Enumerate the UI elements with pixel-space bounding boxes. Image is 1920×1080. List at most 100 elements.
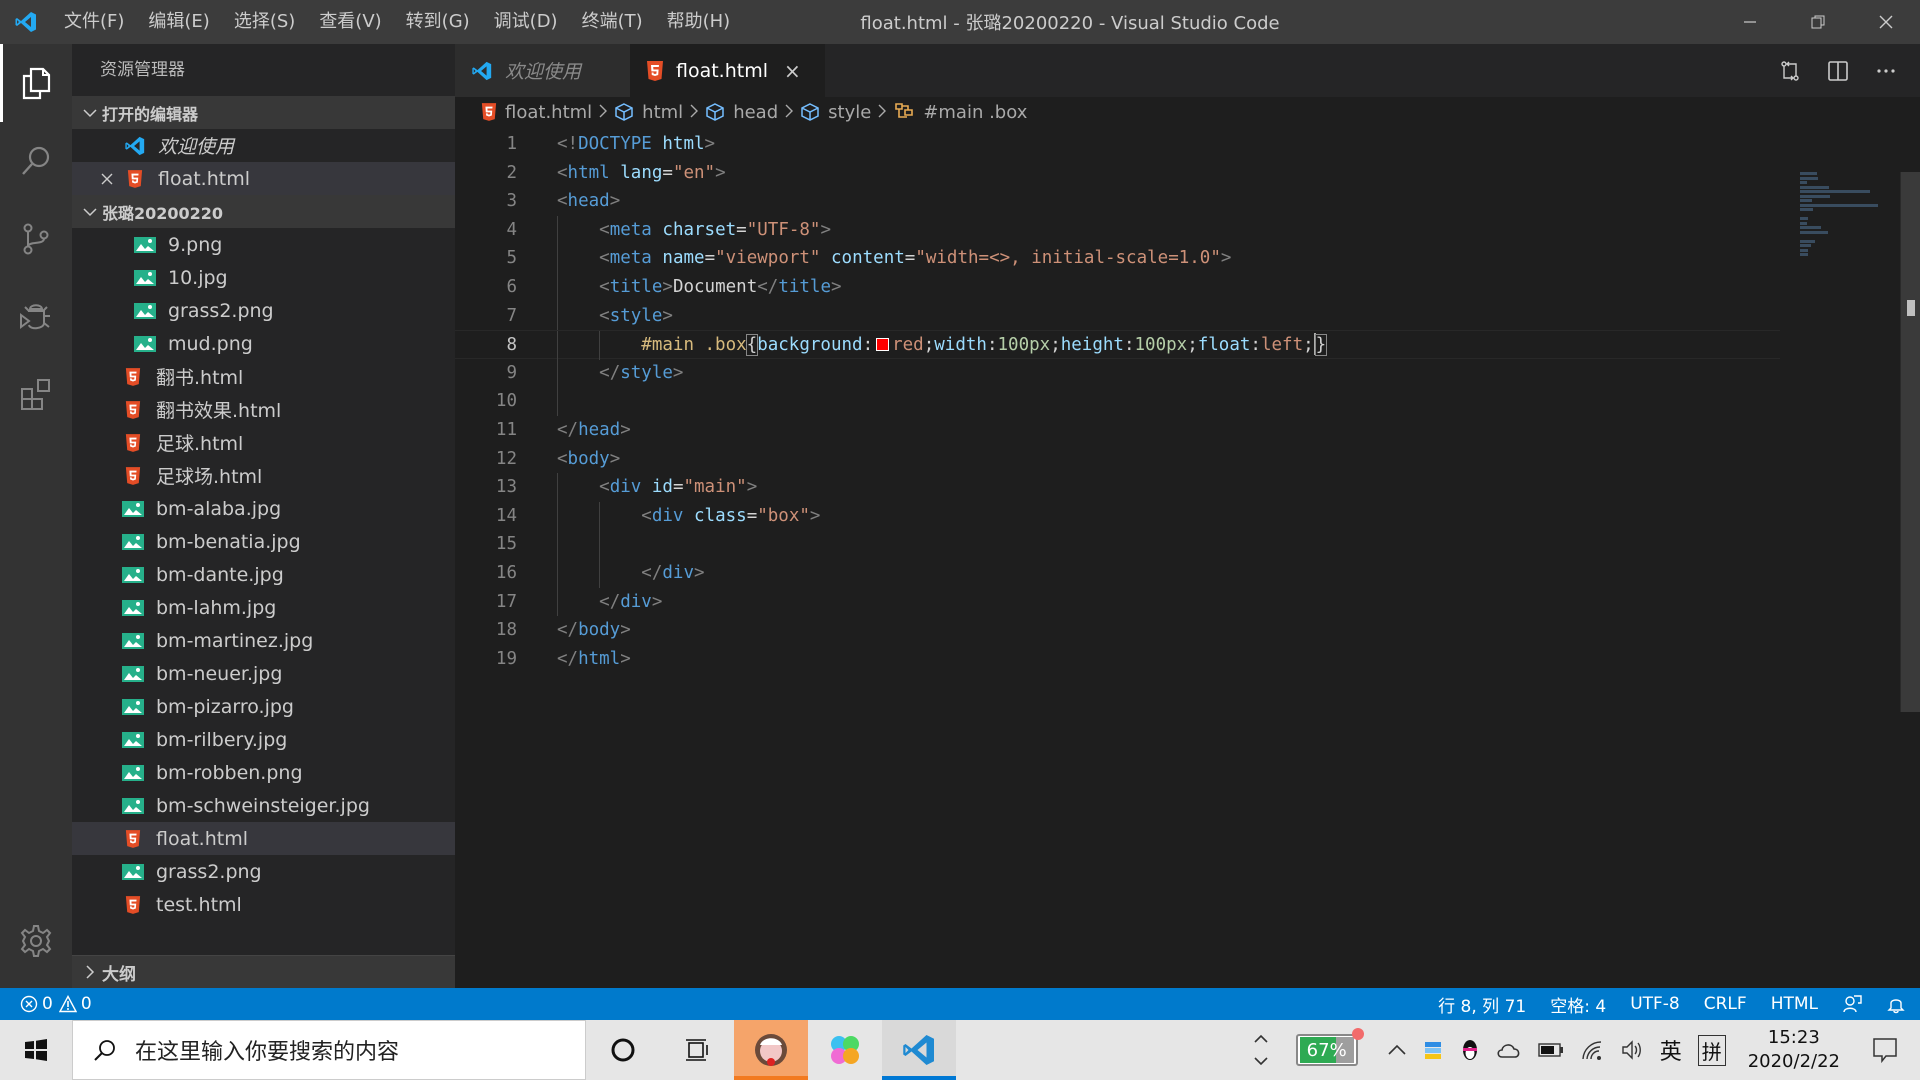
menu-item[interactable]: 查看(V) (307, 0, 393, 44)
more-actions-icon[interactable] (1862, 60, 1910, 82)
code-line[interactable]: 17 </div> (455, 587, 1780, 617)
file-tree-item[interactable]: grass2.png (72, 294, 455, 327)
clock[interactable]: 15:23 2020/2/22 (1748, 1026, 1840, 1074)
file-tree-item[interactable]: float.html (72, 822, 455, 855)
errors-indicator[interactable]: 0 0 (20, 994, 92, 1014)
taskbar-app-avatar[interactable] (734, 1020, 808, 1080)
code-line[interactable]: 2 <html lang="en"> (455, 159, 1780, 188)
gear-icon[interactable] (0, 906, 72, 976)
color-swatch[interactable] (876, 338, 890, 352)
language-mode[interactable]: HTML (1771, 994, 1818, 1014)
explorer-icon[interactable] (0, 44, 72, 122)
taskbar-search-box[interactable]: 在这里输入你要搜索的内容 (72, 1020, 586, 1080)
file-tree-item[interactable]: test.html (72, 888, 455, 921)
battery-tray-icon[interactable] (1537, 1043, 1564, 1057)
ime-language[interactable]: 英 (1660, 1034, 1682, 1066)
code-line[interactable]: 4 <meta charset="UTF-8"> (455, 215, 1780, 245)
qq-penguin-icon[interactable] (1460, 1038, 1480, 1062)
file-tree-item[interactable]: 10.jpg (72, 261, 455, 294)
tab-float-html[interactable]: float.html × (630, 44, 825, 97)
encoding[interactable]: UTF-8 (1630, 994, 1680, 1014)
breadcrumb-item[interactable]: html (614, 102, 683, 123)
extensions-icon[interactable] (0, 356, 72, 434)
menu-item[interactable]: 帮助(H) (655, 0, 743, 44)
file-tree-item[interactable]: bm-benatia.jpg (72, 525, 455, 558)
code-line[interactable]: 19 </html> (455, 645, 1780, 674)
action-center-icon[interactable] (1872, 1037, 1898, 1063)
code-line[interactable]: 9 </style> (455, 358, 1780, 388)
debug-icon[interactable] (0, 278, 72, 356)
file-tree-item[interactable]: grass2.png (72, 855, 455, 888)
file-tree-item[interactable]: bm-dante.jpg (72, 558, 455, 591)
code-line[interactable]: 3 <head> (455, 187, 1780, 216)
close-editor-icon[interactable] (100, 172, 124, 186)
code-line[interactable]: 18 </body> (455, 616, 1780, 645)
file-tree-item[interactable]: bm-neuer.jpg (72, 657, 455, 690)
file-tree-item[interactable]: bm-martinez.jpg (72, 624, 455, 657)
taskbar-app-photos[interactable] (808, 1020, 882, 1080)
feedback-icon[interactable] (1842, 994, 1862, 1014)
code-line[interactable]: 1 <!DOCTYPE html> (455, 130, 1780, 159)
battery-widget[interactable]: 67% (1295, 1028, 1364, 1066)
search-icon[interactable] (0, 122, 72, 200)
notifications-bell-icon[interactable] (1886, 994, 1906, 1014)
code-line[interactable]: 7 <style> (455, 301, 1780, 331)
cortana-button[interactable] (586, 1020, 660, 1080)
code-line[interactable]: 5 <meta name="viewport" content="width=<… (455, 244, 1780, 273)
code-line[interactable]: 11 </head> (455, 416, 1780, 445)
file-tree-item[interactable]: bm-robben.png (72, 756, 455, 789)
breadcrumb-item[interactable]: head (705, 102, 778, 123)
folder-header[interactable]: 张璐20200220 (72, 195, 455, 228)
open-editor-item[interactable]: 欢迎使用 (72, 129, 455, 162)
code-line[interactable]: 8 #main .box{background: red;width:100px;… (455, 330, 1780, 360)
code-editor[interactable]: 1 <!DOCTYPE html> 2 <html lang="en"> 3 <head>… (455, 130, 1780, 673)
source-control-icon[interactable] (0, 200, 72, 278)
code-line[interactable]: 16 </div> (455, 558, 1780, 588)
wifi-icon[interactable] (1580, 1039, 1604, 1061)
breadcrumb-item[interactable]: #main .box (893, 102, 1027, 123)
code-line[interactable]: 13 <div id="main"> (455, 473, 1780, 502)
menu-item[interactable]: 编辑(E) (136, 0, 221, 44)
file-tree-item[interactable]: 翻书.html (72, 360, 455, 393)
code-line[interactable]: 15 (455, 530, 1780, 559)
file-tree-item[interactable]: bm-alaba.jpg (72, 492, 455, 525)
file-tree-item[interactable]: bm-rilbery.jpg (72, 723, 455, 756)
breadcrumb-item[interactable]: float.html (481, 102, 592, 123)
open-editor-item[interactable]: float.html (72, 162, 455, 195)
ime-mode[interactable]: 拼 (1697, 1034, 1726, 1066)
file-tree-item[interactable]: 9.png (72, 228, 455, 261)
line-ending[interactable]: CRLF (1704, 994, 1747, 1014)
close-tab-icon[interactable]: × (784, 59, 801, 83)
code-line[interactable]: 10 (455, 387, 1780, 416)
menu-item[interactable]: 调试(D) (482, 0, 570, 44)
indentation[interactable]: 空格: 4 (1550, 992, 1606, 1017)
cursor-position[interactable]: 行 8, 列 71 (1438, 992, 1526, 1017)
tray-scroll[interactable] (1254, 1034, 1268, 1066)
open-editors-header[interactable]: 打开的编辑器 (72, 96, 455, 129)
tab-welcome[interactable]: 欢迎使用 (455, 44, 630, 97)
compare-changes-icon[interactable] (1766, 60, 1814, 82)
taskbar-app-vscode[interactable] (882, 1020, 956, 1080)
file-tree-item[interactable]: bm-lahm.jpg (72, 591, 455, 624)
menu-item[interactable]: 转到(G) (394, 0, 482, 44)
file-tree-item[interactable]: mud.png (72, 327, 455, 360)
tray-app-stack-icon[interactable] (1422, 1039, 1444, 1061)
onedrive-cloud-icon[interactable] (1496, 1041, 1522, 1059)
minimize-button[interactable] (1716, 0, 1784, 44)
file-tree-item[interactable]: bm-pizarro.jpg (72, 690, 455, 723)
file-tree-item[interactable]: 翻书效果.html (72, 393, 455, 426)
breadcrumb-item[interactable]: style (800, 102, 871, 123)
show-hidden-icons[interactable] (1388, 1044, 1406, 1056)
menu-item[interactable]: 文件(F) (52, 0, 136, 44)
menu-item[interactable]: 终端(T) (570, 0, 655, 44)
file-tree-item[interactable]: 足球场.html (72, 459, 455, 492)
restore-button[interactable] (1784, 0, 1852, 44)
code-line[interactable]: 12 <body> (455, 445, 1780, 474)
task-view-button[interactable] (660, 1020, 734, 1080)
file-tree-item[interactable]: bm-schweinsteiger.jpg (72, 789, 455, 822)
close-window-button[interactable] (1852, 0, 1920, 44)
file-tree-item[interactable]: 足球.html (72, 426, 455, 459)
volume-icon[interactable] (1620, 1039, 1644, 1061)
outline-header[interactable]: 大纲 (72, 955, 455, 988)
menu-item[interactable]: 选择(S) (222, 0, 307, 44)
